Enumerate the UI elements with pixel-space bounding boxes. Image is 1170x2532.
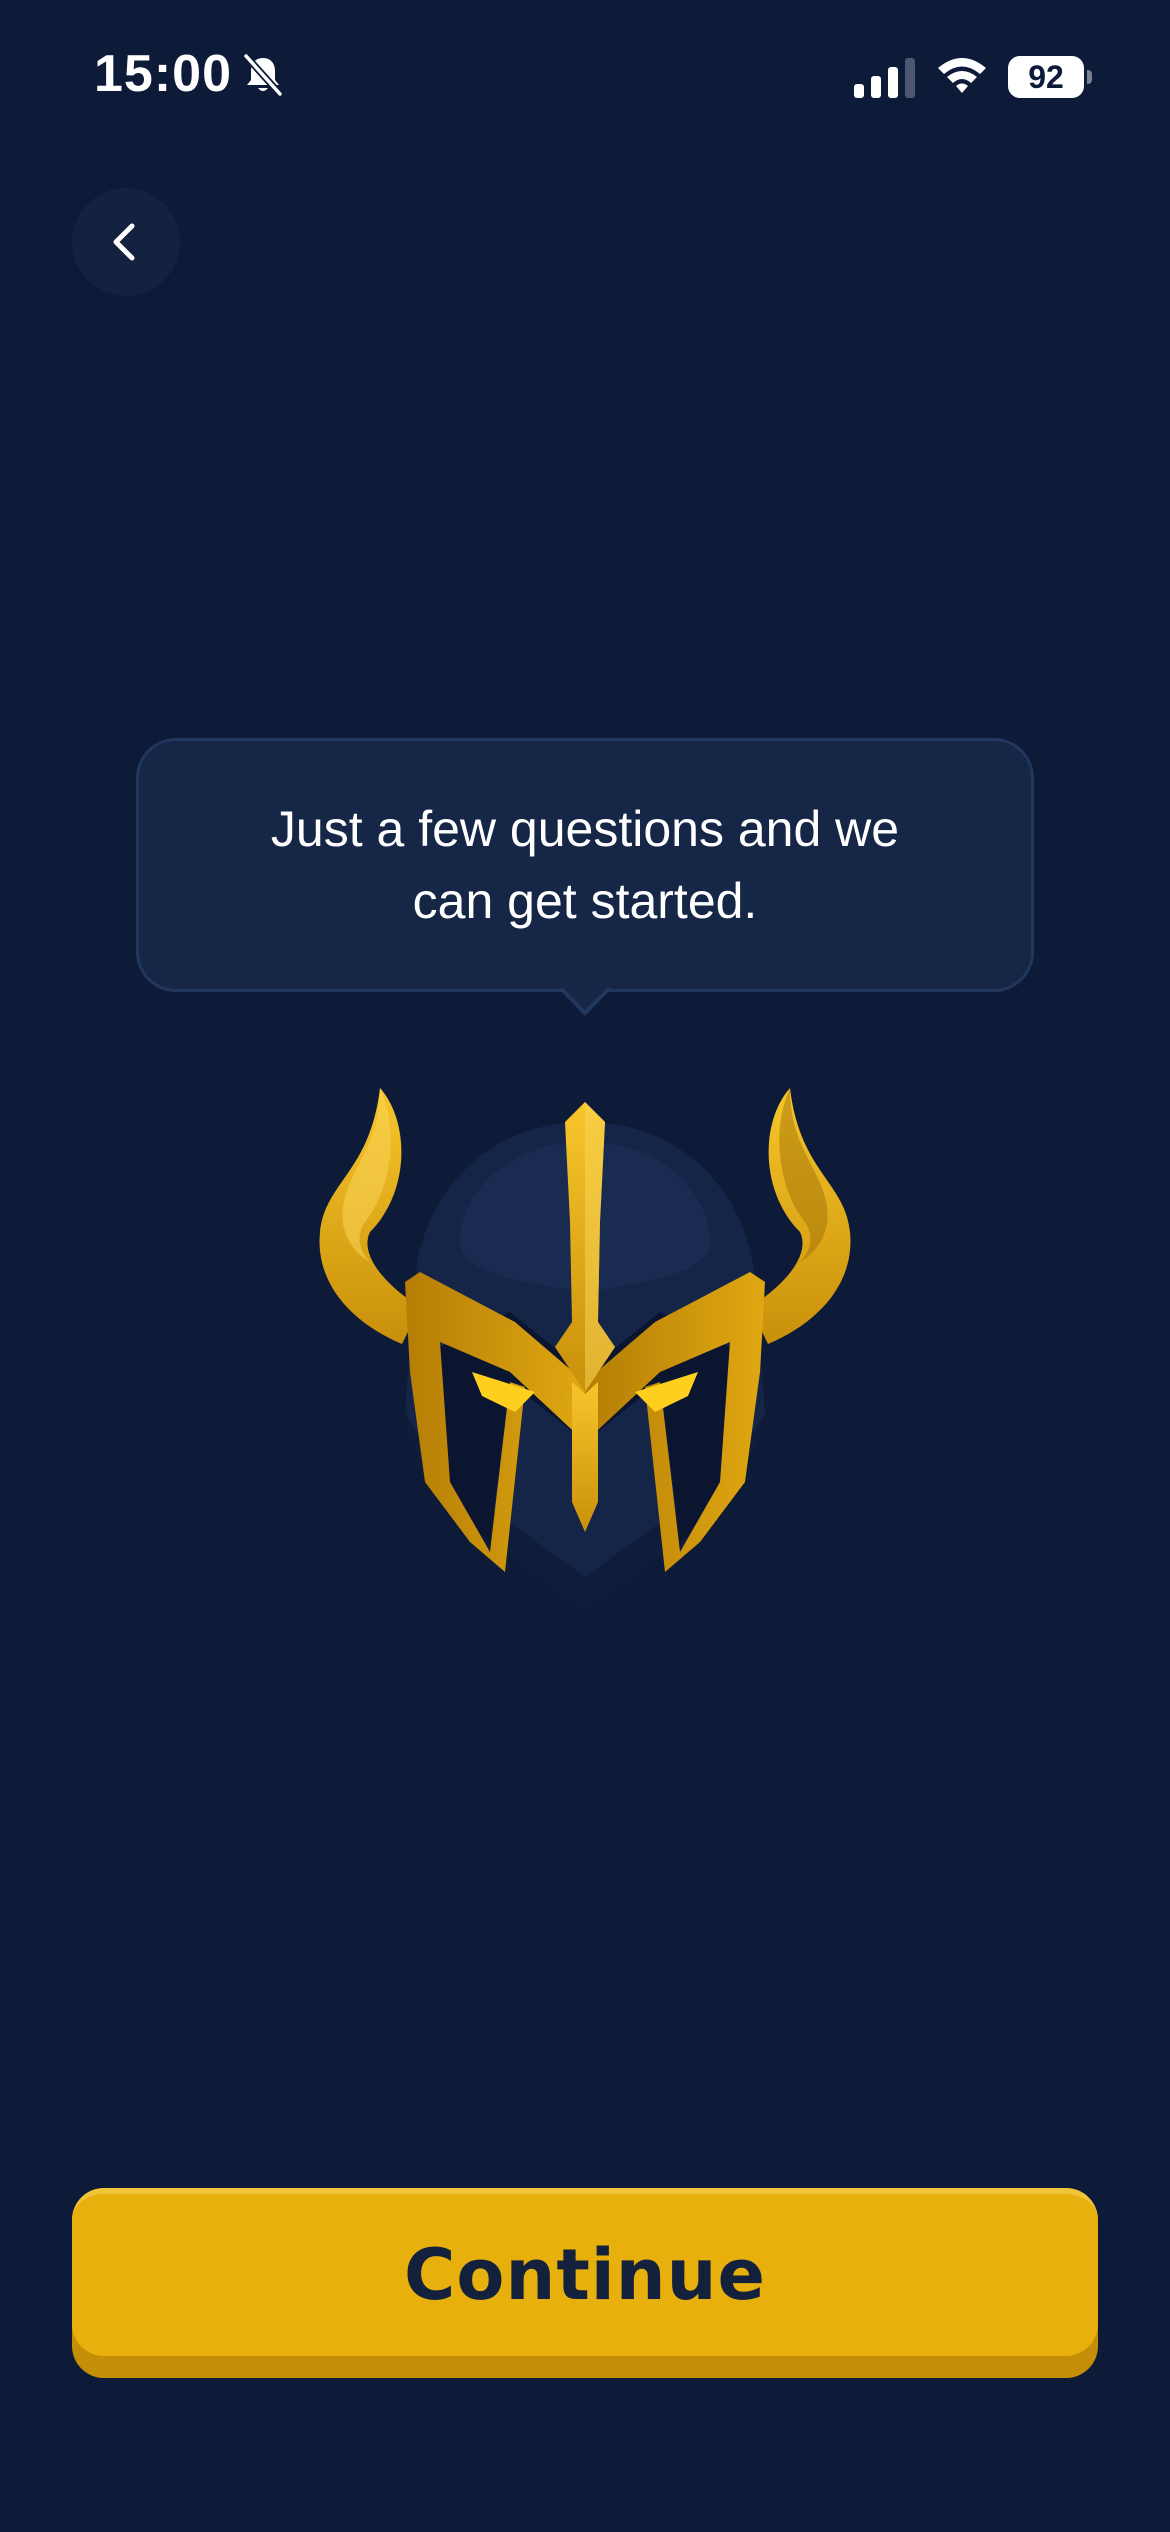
left-horn xyxy=(319,1088,420,1344)
status-time: 15:00 xyxy=(94,45,232,103)
speech-bubble: Just a few questions and we can get star… xyxy=(136,738,1034,992)
continue-button[interactable]: Continue xyxy=(72,2188,1098,2378)
battery-tip xyxy=(1087,70,1092,84)
right-horn xyxy=(750,1088,851,1344)
continue-label: Continue xyxy=(404,2234,766,2316)
battery-icon: 92 xyxy=(1008,56,1092,98)
status-bar: 15:00 92 xyxy=(0,0,1170,150)
wifi-icon xyxy=(938,58,986,93)
speech-bubble-tail xyxy=(558,988,612,1016)
bell-slash-icon xyxy=(242,52,284,98)
battery-level: 92 xyxy=(1008,56,1084,98)
chevron-left-icon xyxy=(113,223,135,261)
signal-icon xyxy=(854,58,915,98)
speech-text: Just a few questions and we can get star… xyxy=(270,801,900,929)
horned-helmet-mascot xyxy=(319,1088,851,1612)
back-button[interactable] xyxy=(72,188,180,296)
continue-button-face: Continue xyxy=(72,2188,1098,2356)
